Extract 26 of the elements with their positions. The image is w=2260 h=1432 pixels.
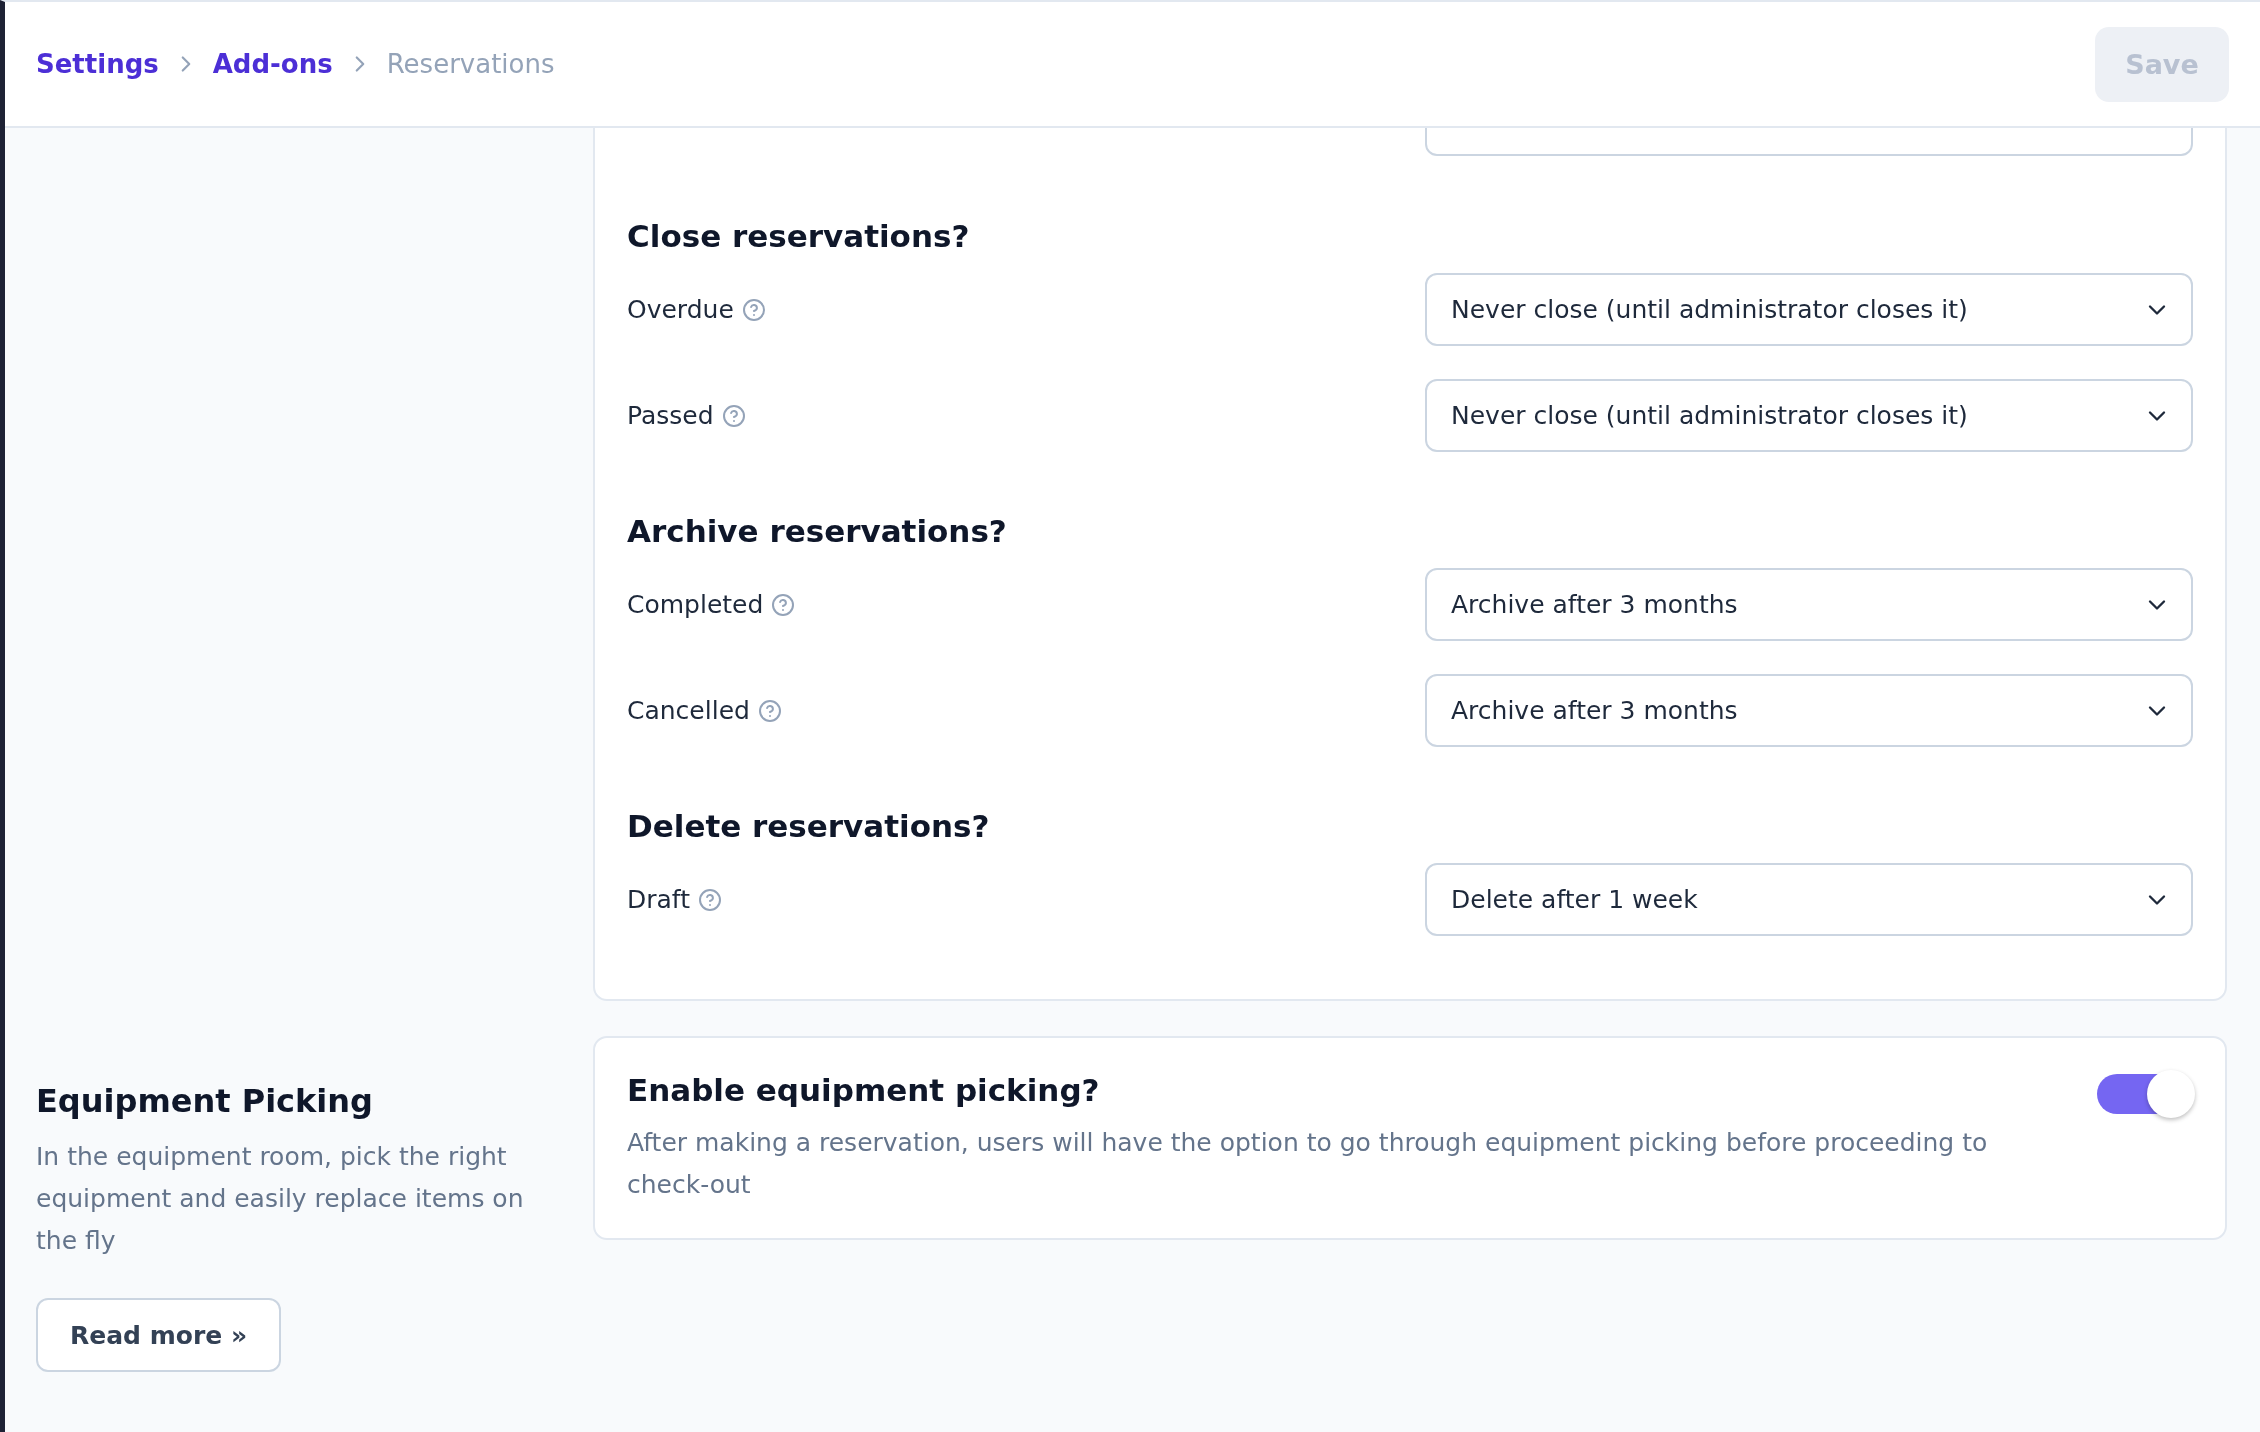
section-heading: Close reservations? <box>627 217 971 256</box>
help-icon[interactable] <box>721 403 746 428</box>
select-field[interactable]: Delete after 1 week <box>1425 863 2193 936</box>
help-icon[interactable] <box>698 887 722 912</box>
select-field[interactable]: Never close (until administrator closes it) <box>1425 273 2193 346</box>
setting-label: Draft <box>627 885 690 914</box>
section-title: Equipment Picking <box>36 1081 373 1122</box>
section-description: In the equipment room, pick the right equipment and easily replace items on the fly <box>36 1141 525 1257</box>
section-heading: Archive reservations? <box>627 512 1008 551</box>
read-more-button[interactable]: Read more » <box>36 1298 282 1372</box>
breadcrumb-link[interactable]: Add-ons <box>212 49 333 79</box>
setting-label: Completed <box>627 590 764 619</box>
setting-description: After making a reservation, users will have the option to go through equipment picking before proceeding to check-out <box>627 1127 1989 1201</box>
setting-title: Enable equipment picking? <box>627 1071 1100 1110</box>
select-field[interactable]: Archive after 3 months <box>1425 674 2193 747</box>
breadcrumb-link[interactable]: Settings <box>36 49 159 79</box>
help-icon[interactable] <box>741 297 766 322</box>
help-icon[interactable] <box>771 592 796 617</box>
setting-label: Overdue <box>627 295 734 324</box>
current-page-title: Reservations <box>386 49 555 79</box>
help-icon[interactable] <box>757 698 782 723</box>
section-heading: Delete reservations? <box>627 807 991 846</box>
setting-label: Passed <box>627 401 714 430</box>
select-field[interactable]: Archive after 3 months <box>1425 568 2193 641</box>
select-field[interactable]: Never close (until administrator closes it) <box>1425 379 2193 452</box>
setting-label: Cancelled <box>627 696 750 725</box>
